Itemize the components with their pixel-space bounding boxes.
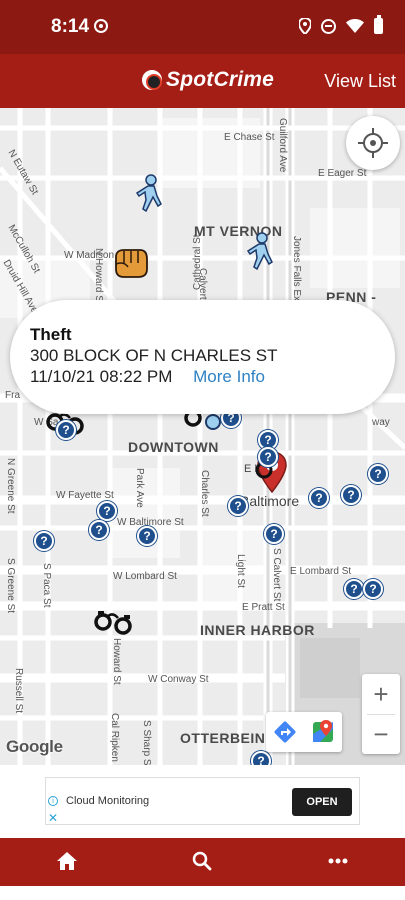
- search-icon: [192, 851, 212, 871]
- area-label: INNER HARBOR: [200, 622, 315, 638]
- status-time: 8:14: [51, 16, 90, 37]
- street-label: Fra: [5, 390, 20, 401]
- street-label: Cal Ripken W: [109, 713, 120, 765]
- crime-datetime-row: 11/10/21 08:22 PM More Info: [30, 367, 375, 387]
- unknown-crime-marker[interactable]: ?: [89, 520, 109, 540]
- logo-text: SpotCrime: [166, 68, 274, 91]
- unknown-crime-marker[interactable]: ?: [368, 464, 388, 484]
- crime-map[interactable]: E Chase St E Eager St Guilford Ave N Eut…: [0, 108, 405, 765]
- street-label: S Calvert St: [271, 548, 282, 602]
- zoom-out-button[interactable]: −: [362, 714, 400, 754]
- wifi-icon: [346, 19, 364, 33]
- unknown-crime-marker[interactable]: ?: [258, 447, 278, 467]
- logo-icon: [142, 70, 162, 90]
- zoom-in-button[interactable]: +: [362, 674, 400, 714]
- unknown-crime-marker[interactable]: ?: [97, 501, 117, 521]
- street-label: S Greene St: [5, 558, 16, 614]
- street-label: E Lombard St: [290, 566, 352, 577]
- area-label: DOWNTOWN: [128, 439, 219, 455]
- directions-button[interactable]: [266, 712, 304, 752]
- arrest-marker-icon[interactable]: [92, 608, 136, 638]
- unknown-crime-marker[interactable]: ?: [344, 579, 364, 599]
- ad-text: Cloud Monitoring: [66, 795, 150, 807]
- assault-marker-icon[interactable]: [245, 232, 275, 270]
- street-label: Charles St: [199, 470, 210, 517]
- unknown-crime-marker[interactable]: ?: [264, 524, 284, 544]
- street-label: E Chase St: [224, 132, 275, 143]
- app-logo: SpotCrime: [142, 68, 274, 92]
- street-label: N Howard St: [93, 248, 104, 305]
- ad-open-button[interactable]: OPEN: [292, 788, 352, 816]
- app-bar: SpotCrime View List: [0, 54, 405, 108]
- google-attribution: Google: [6, 737, 63, 756]
- cast-icon: [94, 19, 108, 33]
- crime-datetime: 11/10/21 08:22 PM: [30, 367, 173, 386]
- map-toolbar: [266, 712, 342, 752]
- unknown-crime-marker[interactable]: ?: [34, 531, 54, 551]
- system-home-bar: [0, 886, 405, 900]
- robbery-marker-icon[interactable]: [112, 247, 150, 279]
- street-label: N Greene St: [5, 458, 16, 514]
- bottom-navigation: [0, 838, 405, 886]
- street-label: E Pratt St: [242, 602, 285, 613]
- ad-close-icon[interactable]: ✕: [48, 811, 58, 825]
- zoom-controls: + −: [362, 674, 400, 754]
- my-location-button[interactable]: [346, 116, 400, 170]
- home-button[interactable]: [37, 838, 97, 886]
- crime-type: Theft: [30, 325, 72, 344]
- street-label: Park Ave: [134, 468, 145, 508]
- status-bar: 8:14: [0, 0, 405, 54]
- street-label: W Fayette St: [56, 490, 114, 501]
- unknown-crime-marker[interactable]: ?: [363, 579, 383, 599]
- home-icon: [57, 852, 77, 870]
- street-label: S Sharp St: [141, 720, 152, 765]
- more-info-link[interactable]: More Info: [193, 367, 265, 386]
- more-button[interactable]: [308, 838, 368, 886]
- view-list-button[interactable]: View List: [324, 71, 396, 92]
- street-label: W Conway St: [148, 674, 209, 685]
- street-label: Light St: [235, 554, 246, 588]
- ad-info-icon[interactable]: i: [48, 796, 58, 806]
- unknown-crime-marker[interactable]: ?: [309, 488, 329, 508]
- street-label: Howard St: [111, 638, 122, 685]
- street-label: Russell St: [13, 668, 24, 714]
- city-label: Baltimore: [240, 493, 300, 509]
- street-label: Guilford Ave: [277, 118, 288, 173]
- status-icons: [299, 15, 383, 34]
- area-label: OTTERBEIN: [180, 730, 266, 746]
- unknown-crime-marker[interactable]: ?: [137, 526, 157, 546]
- search-button[interactable]: [172, 838, 232, 886]
- unknown-crime-marker[interactable]: ?: [56, 420, 76, 440]
- google-maps-icon: [313, 720, 333, 742]
- street-label: E Eager St: [318, 168, 367, 179]
- unknown-crime-marker[interactable]: ?: [251, 751, 271, 765]
- unknown-crime-marker[interactable]: ?: [228, 496, 248, 516]
- street-label: W Lombard St: [113, 571, 177, 582]
- unknown-crime-marker[interactable]: ?: [341, 485, 361, 505]
- open-in-maps-button[interactable]: [304, 712, 342, 752]
- crime-address: 300 BLOCK OF N CHARLES ST: [30, 346, 278, 365]
- assault-marker-icon[interactable]: [134, 174, 164, 212]
- street-label: way: [372, 417, 390, 428]
- crime-info-card[interactable]: Theft 300 BLOCK OF N CHARLES ST 11/10/21…: [10, 300, 395, 414]
- battery-icon: [374, 15, 383, 34]
- ad-banner[interactable]: i ✕ Cloud Monitoring OPEN: [45, 777, 360, 825]
- directions-icon: [274, 721, 296, 743]
- street-label: S Paca St: [41, 563, 52, 608]
- dnd-icon: [321, 18, 336, 34]
- more-icon: [328, 858, 348, 864]
- location-icon: [299, 18, 311, 34]
